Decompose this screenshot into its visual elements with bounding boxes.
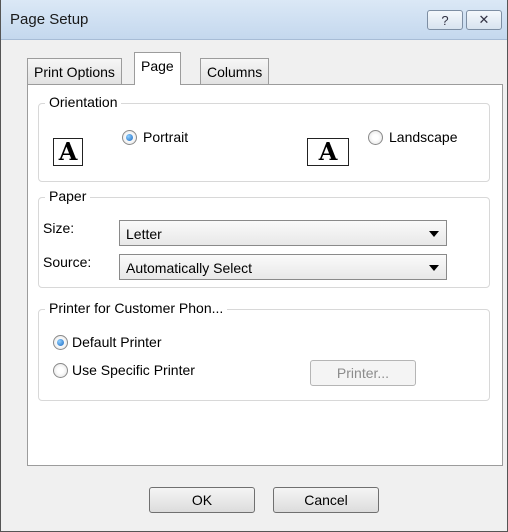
page-setup-dialog: Page Setup ? ✕ Print Options Page Column… (0, 0, 508, 532)
printer-group: Printer for Customer Phon... Default Pri… (38, 300, 490, 401)
size-label: Size: (43, 220, 75, 236)
tab-label: Print Options (34, 64, 115, 80)
specific-printer-label[interactable]: Use Specific Printer (72, 362, 195, 378)
close-button[interactable]: ✕ (466, 10, 502, 30)
window-title: Page Setup (10, 11, 89, 28)
tab-label: Page (141, 58, 174, 74)
source-value: Automatically Select (126, 260, 253, 276)
tab-columns[interactable]: Columns (200, 58, 270, 84)
paper-legend: Paper (45, 188, 91, 204)
default-printer-label[interactable]: Default Printer (72, 334, 161, 350)
help-button[interactable]: ? (427, 10, 463, 30)
landscape-label[interactable]: Landscape (389, 129, 458, 145)
landscape-radio[interactable] (368, 130, 383, 145)
size-select[interactable]: Letter (119, 220, 447, 246)
chevron-down-icon (429, 265, 439, 271)
portrait-label[interactable]: Portrait (143, 129, 188, 145)
close-icon: ✕ (478, 12, 490, 27)
portrait-radio[interactable] (122, 130, 137, 145)
chevron-down-icon (429, 231, 439, 237)
source-select[interactable]: Automatically Select (119, 254, 447, 280)
ok-button[interactable]: OK (149, 487, 255, 513)
size-value: Letter (126, 226, 162, 242)
source-label: Source: (43, 254, 92, 270)
printer-legend: Printer for Customer Phon... (45, 300, 228, 316)
tab-page[interactable]: Page (134, 52, 181, 85)
portrait-icon: A (53, 138, 83, 166)
default-printer-radio[interactable] (53, 335, 68, 350)
landscape-icon: A (307, 138, 349, 166)
specific-printer-radio[interactable] (53, 363, 68, 378)
paper-group: Paper Size: Letter Source: Automatically… (38, 188, 490, 288)
tab-print-options[interactable]: Print Options (27, 58, 122, 84)
orientation-legend: Orientation (45, 94, 122, 110)
tab-label: Columns (207, 64, 263, 80)
tab-panel-page: Orientation A Portrait A Landscape Paper… (27, 84, 503, 466)
cancel-button[interactable]: Cancel (273, 487, 379, 513)
title-bar: Page Setup ? ✕ (1, 0, 507, 40)
orientation-group: Orientation A Portrait A Landscape (38, 94, 490, 182)
printer-button[interactable]: Printer... (310, 360, 416, 386)
help-icon: ? (441, 12, 449, 28)
